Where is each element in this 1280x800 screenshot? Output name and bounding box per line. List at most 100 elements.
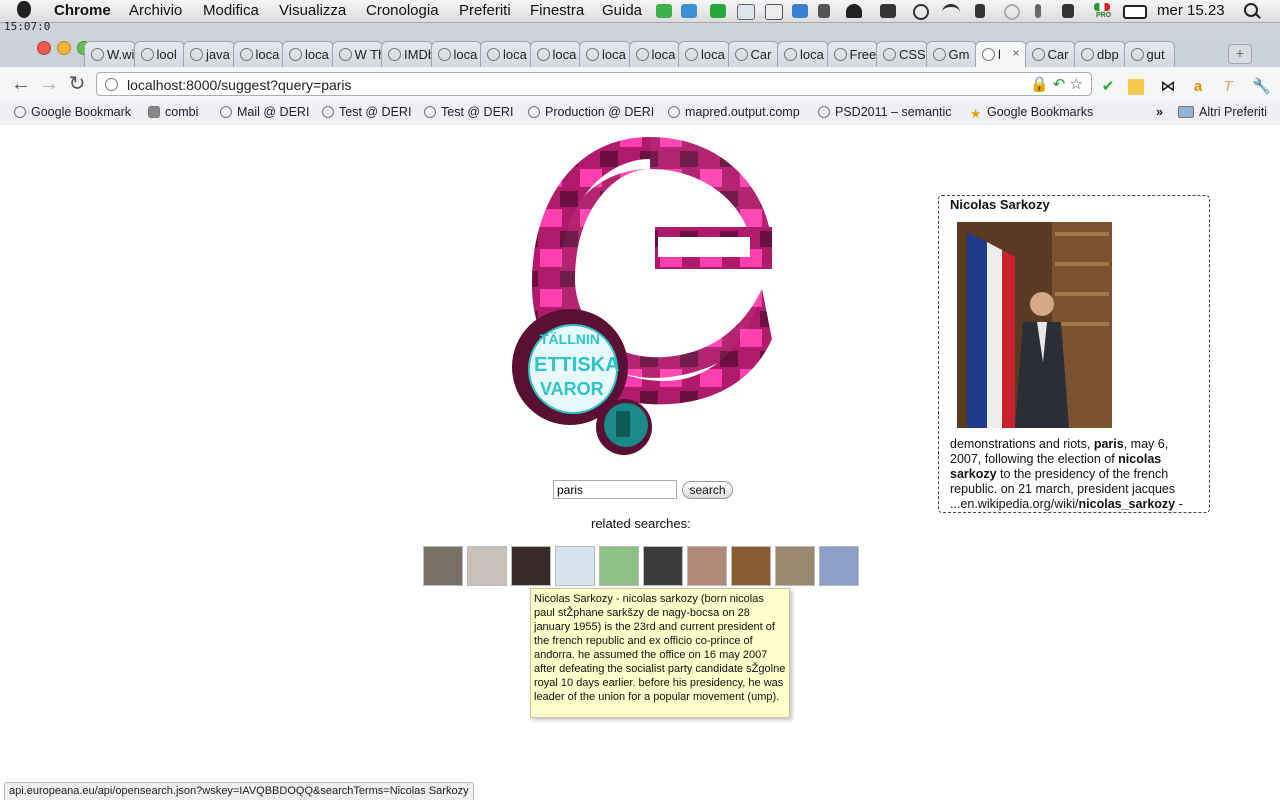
- dropbox-icon[interactable]: [792, 4, 808, 18]
- menu-archivio[interactable]: Archivio: [129, 2, 182, 19]
- infobox-title: Nicolas Sarkozy: [950, 197, 1050, 212]
- browser-tab[interactable]: Car: [727, 41, 779, 67]
- globe-icon: [818, 106, 830, 118]
- translate-extension-icon[interactable]: T: [1220, 79, 1236, 95]
- address-bar[interactable]: 🔒 ↶ ☆: [96, 72, 1092, 96]
- bluetooth-extra-icon[interactable]: [818, 4, 830, 18]
- browser-tab[interactable]: dbp: [1074, 41, 1126, 67]
- portrait-photo[interactable]: [957, 222, 1112, 428]
- back-icon[interactable]: ←: [10, 73, 32, 95]
- spotlight-icon[interactable]: [1244, 3, 1258, 17]
- related-thumbnail[interactable]: [731, 546, 771, 586]
- close-window-button[interactable]: [37, 41, 51, 55]
- other-bookmarks-folder[interactable]: Altri Preferiti: [1178, 105, 1267, 119]
- browser-tab[interactable]: lool: [133, 41, 185, 67]
- google-icon: [1081, 48, 1094, 61]
- search-button[interactable]: search: [682, 481, 733, 499]
- close-tab-icon[interactable]: ×: [1012, 46, 1019, 60]
- browser-tab[interactable]: loca: [480, 41, 532, 67]
- browser-tab[interactable]: java: [183, 41, 235, 67]
- menu-app[interactable]: Chrome: [54, 2, 111, 19]
- lock-icon[interactable]: 🔒: [1030, 76, 1049, 93]
- related-thumbnail[interactable]: [775, 546, 815, 586]
- mail-icon[interactable]: [765, 4, 783, 20]
- browser-tab[interactable]: loca: [529, 41, 581, 67]
- menu-preferiti[interactable]: Preferiti: [459, 2, 511, 19]
- browser-tab[interactable]: IMDb The: [381, 41, 433, 67]
- notes-extension-icon[interactable]: [1128, 79, 1144, 95]
- browser-tab[interactable]: Gm: [925, 41, 977, 67]
- calendar-icon[interactable]: [737, 4, 755, 20]
- browser-tab[interactable]: l ×: [975, 41, 1027, 67]
- share-extension-icon[interactable]: ⋈: [1160, 79, 1176, 95]
- undo-icon[interactable]: ↶: [1053, 76, 1066, 93]
- lock-icon[interactable]: [975, 4, 985, 18]
- browser-tab[interactable]: loca: [282, 41, 334, 67]
- related-thumbnail[interactable]: [511, 546, 551, 586]
- related-thumbnail[interactable]: [819, 546, 859, 586]
- browser-tab[interactable]: loca: [628, 41, 680, 67]
- hat-icon[interactable]: [846, 4, 862, 18]
- evernote-icon[interactable]: [656, 4, 672, 18]
- italian-flag-icon[interactable]: [1094, 3, 1110, 11]
- grid-icon[interactable]: [880, 4, 896, 18]
- bookmark-item[interactable]: mapred.output.comp: [668, 105, 800, 119]
- menu-modifica[interactable]: Modifica: [203, 2, 259, 19]
- bookmark-item[interactable]: PSD2011 – semantic: [818, 105, 952, 119]
- globe-icon: [528, 106, 540, 118]
- wifi-icon[interactable]: [942, 4, 960, 21]
- reload-icon[interactable]: ↻: [66, 73, 88, 95]
- related-thumbnail[interactable]: [555, 546, 595, 586]
- bookmark-item[interactable]: Test @ DERI: [322, 105, 411, 119]
- url-input[interactable]: [125, 75, 1009, 95]
- twitter-icon[interactable]: [681, 4, 697, 18]
- browser-tab[interactable]: Free: [826, 41, 878, 67]
- menu-cronologia[interactable]: Cronologia: [366, 2, 439, 19]
- volume-icon[interactable]: [1062, 4, 1074, 18]
- star-icon: ★: [970, 107, 982, 121]
- browser-tab[interactable]: loca: [777, 41, 829, 67]
- time-machine-icon[interactable]: [1004, 4, 1020, 20]
- browser-tab[interactable]: loca: [579, 41, 631, 67]
- browser-tab[interactable]: gut: [1123, 41, 1175, 67]
- menu-finestra[interactable]: Finestra: [530, 2, 584, 19]
- browser-tab[interactable]: W.wik: [84, 41, 136, 67]
- battery-icon[interactable]: [1123, 5, 1147, 19]
- minimize-window-button[interactable]: [57, 41, 71, 55]
- related-thumbnail[interactable]: [423, 546, 463, 586]
- menubar-clock[interactable]: mer 15.23: [1157, 2, 1225, 19]
- bookmark-star-icon[interactable]: ☆: [1070, 76, 1083, 93]
- browser-tab[interactable]: loca: [232, 41, 284, 67]
- apple-icon[interactable]: [17, 1, 31, 18]
- browser-tab[interactable]: CSS: [876, 41, 928, 67]
- check-extension-icon[interactable]: ✔: [1100, 79, 1116, 95]
- bookmark-item[interactable]: ★ Google Bookmarks: [970, 105, 1093, 121]
- bluetooth-icon[interactable]: [1035, 4, 1041, 18]
- tab-label: loca: [602, 47, 626, 62]
- search-input[interactable]: [553, 480, 677, 499]
- bookmarks-overflow-button[interactable]: »: [1156, 105, 1163, 119]
- related-thumbnail[interactable]: [467, 546, 507, 586]
- browser-tab[interactable]: Car: [1024, 41, 1076, 67]
- browser-tab[interactable]: W The: [331, 41, 383, 67]
- activity-icon[interactable]: [710, 4, 726, 18]
- menu-visualizza[interactable]: Visualizza: [279, 2, 346, 19]
- forward-icon[interactable]: →: [38, 73, 60, 95]
- menu-guida[interactable]: Guida: [602, 2, 642, 19]
- amazon-extension-icon[interactable]: a: [1190, 79, 1206, 95]
- bookmark-item[interactable]: Production @ DERI: [528, 105, 654, 119]
- new-tab-button[interactable]: +: [1228, 44, 1252, 64]
- bookmark-item[interactable]: Mail @ DERI: [220, 105, 309, 119]
- related-thumbnail[interactable]: [643, 546, 683, 586]
- bookmark-item[interactable]: combi: [148, 105, 198, 119]
- bookmark-item[interactable]: Test @ DERI: [424, 105, 513, 119]
- browser-tab[interactable]: loca: [430, 41, 482, 67]
- bookmark-item[interactable]: Google Bookmark: [14, 105, 131, 119]
- sync-icon[interactable]: [913, 4, 929, 20]
- related-thumbnail[interactable]: [599, 546, 639, 586]
- browser-tab[interactable]: loca: [678, 41, 730, 67]
- related-thumbnail[interactable]: [687, 546, 727, 586]
- infobox-snippet: demonstrations and riots, paris, may 6, …: [950, 437, 1176, 496]
- infobox-source-link[interactable]: ...en.wikipedia.org/wiki/nicolas_sarkozy…: [950, 497, 1200, 512]
- wrench-icon[interactable]: 🔧: [1252, 79, 1271, 95]
